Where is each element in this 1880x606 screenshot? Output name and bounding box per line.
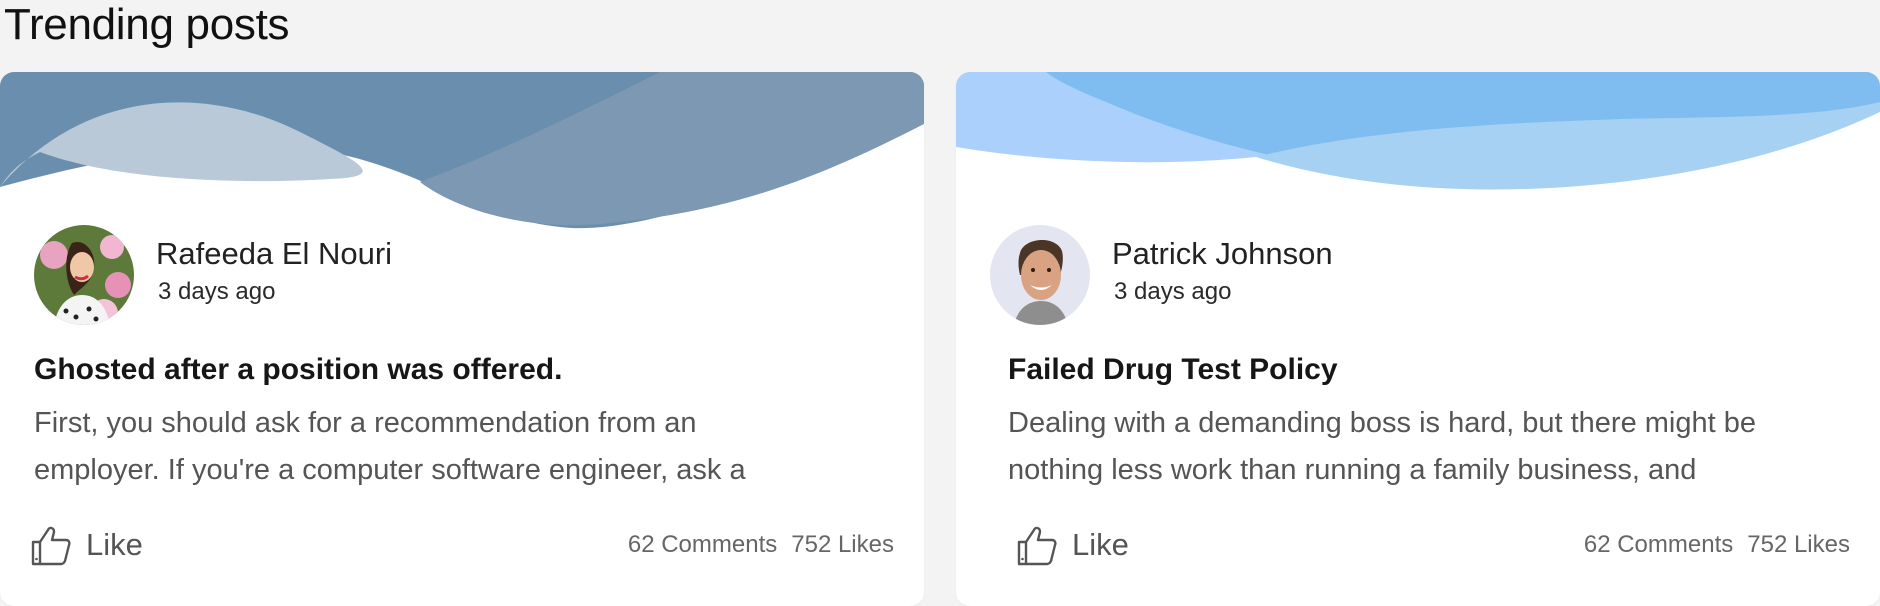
- likes-count[interactable]: 752 Likes: [1747, 530, 1850, 560]
- author-name[interactable]: Patrick Johnson: [1112, 236, 1333, 272]
- post-stats: 62 Comments 752 Likes: [628, 530, 894, 560]
- comments-count[interactable]: 62 Comments: [1584, 530, 1733, 560]
- post-excerpt: Dealing with a demanding boss is hard, b…: [1008, 407, 1756, 486]
- like-label: Like: [86, 527, 143, 562]
- author-avatar[interactable]: [34, 225, 134, 325]
- card-banner-wave: [0, 72, 924, 232]
- post-card[interactable]: Patrick Johnson 3 days ago Failed Drug T…: [956, 72, 1880, 606]
- trending-posts-list: Rafeeda El Nouri 3 days ago Ghosted afte…: [0, 72, 1880, 606]
- author-avatar[interactable]: [990, 225, 1090, 325]
- section-title: Trending posts: [4, 0, 290, 49]
- post-excerpt: First, you should ask for a recommendati…: [34, 407, 746, 486]
- post-title[interactable]: Failed Drug Test Policy: [1008, 352, 1338, 388]
- post-timestamp: 3 days ago: [1114, 278, 1232, 305]
- likes-count[interactable]: 752 Likes: [791, 530, 894, 560]
- post-timestamp: 3 days ago: [158, 278, 276, 305]
- man-smiling-avatar-icon: [990, 225, 1090, 325]
- author-name[interactable]: Rafeeda El Nouri: [156, 236, 392, 272]
- post-stats: 62 Comments 752 Likes: [1584, 530, 1850, 560]
- post-card[interactable]: Rafeeda El Nouri 3 days ago Ghosted afte…: [0, 72, 924, 606]
- thumbs-up-icon: [1017, 526, 1057, 566]
- like-label: Like: [1072, 527, 1129, 562]
- post-title[interactable]: Ghosted after a position was offered.: [34, 352, 562, 388]
- like-button[interactable]: Like: [30, 522, 143, 568]
- like-button[interactable]: Like: [1016, 522, 1129, 568]
- thumbs-up-icon: [31, 526, 71, 566]
- woman-with-flowers-avatar-icon: [34, 225, 134, 325]
- comments-count[interactable]: 62 Comments: [628, 530, 777, 560]
- card-banner-wave: [956, 72, 1880, 232]
